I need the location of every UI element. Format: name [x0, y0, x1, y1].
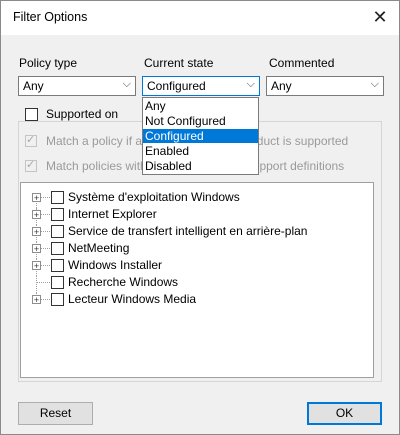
- dropdown-option-disabled[interactable]: Disabled: [143, 159, 258, 173]
- match-all-checkbox[interactable]: ✓: [25, 159, 37, 172]
- tree-connector: [37, 282, 50, 283]
- tree-item-label: Service de transfert intelligent en arri…: [68, 224, 308, 238]
- tree-connector: [41, 197, 50, 198]
- tree-item-netmeeting[interactable]: + NetMeeting: [21, 241, 361, 257]
- tree-connector: [41, 214, 50, 215]
- tree-item-label: Recherche Windows: [68, 275, 179, 289]
- tree-checkbox[interactable]: [51, 208, 64, 221]
- dialog-title: Filter Options: [13, 10, 88, 24]
- supported-on-checkbox[interactable]: [25, 108, 38, 121]
- supported-on-label: Supported on: [46, 107, 122, 121]
- tree-connector: [41, 231, 50, 232]
- expand-plus-icon[interactable]: +: [32, 295, 41, 305]
- tree-item-label: Système d'exploitation Windows: [68, 190, 240, 204]
- tree-item-windows-os[interactable]: + Système d'exploitation Windows: [21, 190, 361, 214]
- current-state-dropdown-list: Any Not Configured Configured Enabled Di…: [142, 97, 259, 175]
- tree-checkbox[interactable]: [51, 242, 64, 255]
- tree-item-label: NetMeeting: [68, 241, 130, 255]
- expand-plus-icon[interactable]: +: [32, 227, 41, 237]
- tree-connector: [41, 265, 50, 266]
- policy-type-select[interactable]: Any ⌵: [18, 76, 136, 96]
- tree-connector: [41, 299, 50, 300]
- tree-item-recherche-windows[interactable]: Recherche Windows: [21, 275, 361, 291]
- tree-item-label: Internet Explorer: [68, 207, 157, 221]
- ok-button[interactable]: OK: [307, 402, 382, 425]
- expand-plus-icon[interactable]: +: [32, 261, 41, 271]
- tree-connector: [36, 275, 38, 291]
- close-icon[interactable]: ✕: [367, 5, 393, 29]
- tree-item-internet-explorer[interactable]: + Internet Explorer: [21, 207, 361, 223]
- tree-item-label: Windows Installer: [68, 258, 163, 272]
- current-state-label: Current state: [144, 56, 214, 70]
- match-policy-checkbox[interactable]: ✓: [25, 134, 37, 147]
- filter-options-dialog: Filter Options ✕ Policy type Current sta…: [0, 0, 400, 435]
- tree-checkbox[interactable]: [51, 259, 64, 272]
- product-tree: + Système d'exploitation Windows + Inter…: [20, 182, 374, 378]
- expand-plus-icon[interactable]: +: [32, 210, 41, 220]
- tree-item-windows-installer[interactable]: + Windows Installer: [21, 258, 361, 274]
- tree-item-bits[interactable]: + Service de transfert intelligent en ar…: [21, 224, 361, 240]
- tree-item-label: Lecteur Windows Media: [68, 292, 197, 306]
- tree-checkbox[interactable]: [51, 293, 64, 306]
- chevron-down-icon: ⌵: [122, 78, 131, 90]
- tree-connector: [41, 248, 50, 249]
- commented-select[interactable]: Any ⌵: [266, 76, 384, 96]
- tree-item-lecteur-media[interactable]: + Lecteur Windows Media: [21, 292, 361, 308]
- commented-value: Any: [271, 79, 292, 93]
- dropdown-option-configured[interactable]: Configured: [143, 129, 258, 143]
- checkmark-icon: ✓: [26, 134, 36, 146]
- policy-type-value: Any: [23, 79, 44, 93]
- chevron-down-icon: ⌵: [246, 78, 255, 90]
- current-state-value: Configured: [147, 79, 206, 93]
- title-bar: Filter Options ✕: [1, 1, 399, 35]
- tree-checkbox[interactable]: [51, 225, 64, 238]
- checkmark-icon: ✓: [26, 159, 36, 171]
- chevron-down-icon: ⌵: [370, 78, 379, 90]
- expand-plus-icon[interactable]: +: [32, 193, 41, 203]
- reset-button[interactable]: Reset: [18, 402, 93, 425]
- commented-label: Commented: [269, 56, 335, 70]
- tree-checkbox[interactable]: [51, 191, 64, 204]
- dropdown-option-not-configured[interactable]: Not Configured: [143, 114, 258, 128]
- expand-plus-icon[interactable]: +: [32, 244, 41, 254]
- dropdown-option-any[interactable]: Any: [143, 99, 258, 113]
- dropdown-option-enabled[interactable]: Enabled: [143, 144, 258, 158]
- current-state-select[interactable]: Configured ⌵: [142, 76, 260, 96]
- tree-checkbox[interactable]: [51, 276, 64, 289]
- policy-type-label: Policy type: [19, 56, 78, 70]
